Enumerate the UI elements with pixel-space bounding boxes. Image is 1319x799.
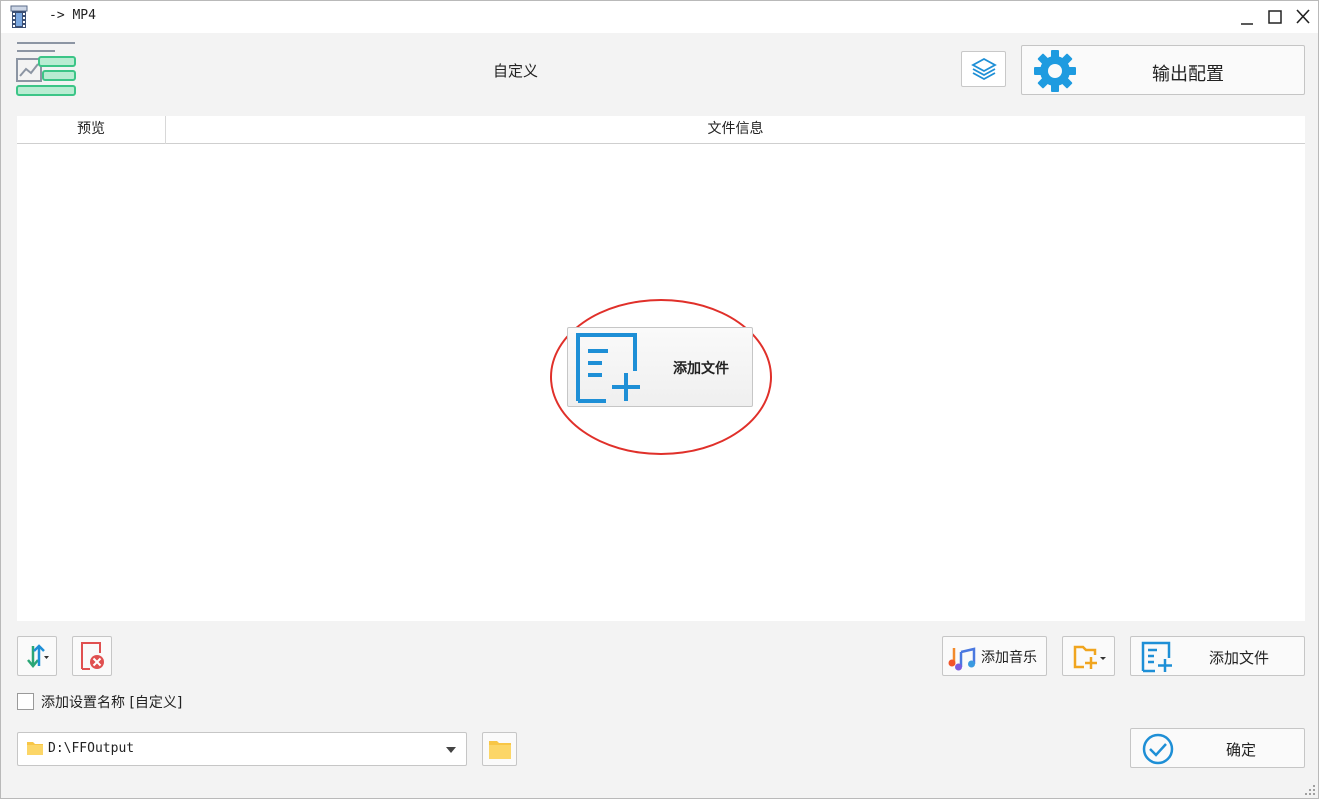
add-folder-icon <box>1073 645 1106 669</box>
window-title: -> MP4 <box>49 8 96 23</box>
check-circle-icon <box>1142 733 1174 765</box>
column-header-preview[interactable]: 预览 <box>17 116 166 144</box>
app-film-icon <box>9 5 31 29</box>
close-icon <box>1296 9 1310 24</box>
add-file-center-button[interactable]: 添加文件 <box>567 327 753 407</box>
add-file-button[interactable]: 添加文件 <box>1130 636 1305 676</box>
minimize-button[interactable] <box>1234 5 1260 29</box>
add-file-center-label: 添加文件 <box>673 361 729 377</box>
sort-arrows-icon <box>27 644 49 668</box>
resize-grip-icon[interactable] <box>1304 784 1316 796</box>
presets-logo-icon[interactable] <box>15 39 79 101</box>
folder-icon <box>488 741 511 759</box>
file-list-header: 预览 文件信息 <box>17 116 1305 144</box>
output-config-label: 输出配置 <box>1152 64 1224 85</box>
app-window: -> MP4 自定义 输出配置 预览 文件信息 添加文件 添加音乐 添加文件 添… <box>0 0 1319 799</box>
add-preset-name-label[interactable]: 添加设置名称 [自定义] <box>41 692 182 712</box>
remove-file-button[interactable] <box>72 636 112 676</box>
folder-icon <box>27 742 43 755</box>
sort-button[interactable] <box>17 636 57 676</box>
gear-icon <box>1034 50 1076 92</box>
remove-file-icon <box>81 642 104 670</box>
add-music-button[interactable]: 添加音乐 <box>942 636 1047 676</box>
preset-name: 自定义 <box>493 62 539 80</box>
layers-icon <box>970 57 997 81</box>
file-list[interactable]: 预览 文件信息 添加文件 <box>17 116 1305 621</box>
music-note-icon <box>948 647 976 671</box>
maximize-button[interactable] <box>1262 5 1288 29</box>
minimize-icon <box>1241 23 1253 25</box>
output-path-value: D:\FFOutput <box>48 741 135 756</box>
title-bar: -> MP4 <box>1 1 1318 33</box>
confirm-button[interactable]: 确定 <box>1130 728 1305 768</box>
add-folder-button[interactable] <box>1062 636 1115 676</box>
maximize-icon <box>1268 10 1282 24</box>
header-bar: 自定义 输出配置 <box>1 33 1318 113</box>
output-config-button[interactable]: 输出配置 <box>1021 45 1305 95</box>
column-header-file-info[interactable]: 文件信息 <box>166 116 1305 144</box>
layers-button[interactable] <box>961 51 1006 87</box>
output-path-dropdown[interactable]: D:\FFOutput <box>17 732 467 766</box>
add-music-label: 添加音乐 <box>981 650 1037 666</box>
add-file-icon <box>1141 641 1172 673</box>
confirm-label: 确定 <box>1226 741 1257 759</box>
add-file-icon <box>576 333 640 403</box>
add-preset-name-checkbox[interactable] <box>17 693 34 710</box>
add-file-label: 添加文件 <box>1209 649 1270 667</box>
close-button[interactable] <box>1290 5 1316 29</box>
chevron-down-icon <box>446 747 456 753</box>
browse-folder-button[interactable] <box>482 732 517 766</box>
